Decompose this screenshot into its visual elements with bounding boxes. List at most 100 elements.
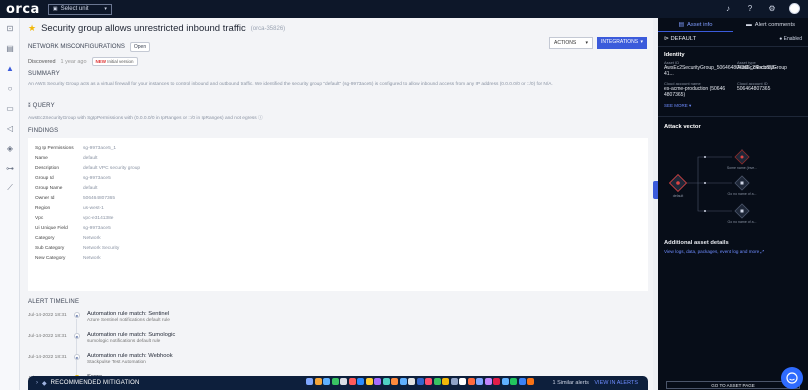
unit-select[interactable]: ▣ Select unit ▾ bbox=[47, 3, 112, 15]
identity-fields: Asset ID AwsEc2SecurityGroup_506464807365… bbox=[658, 60, 808, 98]
findings-value: default bbox=[83, 185, 98, 191]
identity-field-value: AwsEc2SecurityGroup bbox=[737, 65, 787, 71]
dock-app-icon[interactable] bbox=[391, 378, 398, 385]
search-icon[interactable]: ○ bbox=[0, 78, 20, 98]
identity-field-value: AwsEc2SecurityGroup_506464807365_c4bcb62… bbox=[664, 65, 777, 77]
alert-category: NETWORK MISCONFIGURATIONS bbox=[28, 44, 125, 50]
dock-app-icon[interactable] bbox=[416, 378, 424, 385]
unit-icon: ▣ bbox=[52, 6, 58, 12]
dock-app-icon[interactable] bbox=[382, 378, 390, 385]
tab-asset-info[interactable]: ▤ Asset info bbox=[658, 18, 733, 32]
findings-row: Owner Id 506464807365 bbox=[35, 193, 641, 203]
bell-icon[interactable]: ♪ bbox=[723, 4, 733, 13]
left-nav: ⊡ ▤ ▲ ○ ▭ ◁ ◈ ⊶ ⟋ bbox=[0, 18, 20, 390]
attack-vector-graph[interactable]: default Some name (inve... Go no name of… bbox=[658, 143, 808, 233]
status-badge[interactable]: Open bbox=[129, 42, 151, 52]
gear-icon[interactable]: ⚙ bbox=[767, 4, 777, 13]
findings-row: Description default VPC security group bbox=[35, 163, 641, 173]
dock-app-icon[interactable] bbox=[365, 378, 373, 385]
orca-logo[interactable]: orca bbox=[6, 2, 40, 17]
tab-alert-comments[interactable]: ▬ Alert comments bbox=[733, 18, 808, 32]
expand-icon: ⤢ bbox=[760, 249, 765, 254]
graph-icon[interactable]: ⟋ bbox=[0, 178, 20, 198]
findings-row: New Category Network bbox=[35, 253, 641, 263]
chevron-down-icon: ▾ bbox=[104, 6, 107, 12]
integrations-label: INTEGRATIONS bbox=[601, 39, 639, 45]
dock-app-icon[interactable] bbox=[510, 378, 517, 385]
dock-app-icon[interactable] bbox=[484, 378, 492, 385]
dock-app-icon[interactable] bbox=[425, 378, 432, 385]
timeline-heading: ALERT TIMELINE bbox=[28, 299, 80, 305]
av-node-3[interactable] bbox=[734, 203, 750, 219]
dock-app-icon[interactable] bbox=[501, 378, 509, 385]
av-node-2[interactable] bbox=[734, 175, 750, 191]
dock-app-icon[interactable] bbox=[467, 378, 475, 385]
dashboard-icon[interactable]: ⊡ bbox=[0, 18, 20, 38]
identity-field-value: 506464807365 bbox=[737, 86, 771, 92]
top-bar: orca ▣ Select unit ▾ ♪ ? ⚙ bbox=[0, 0, 808, 18]
query-heading-label: QUERY bbox=[32, 103, 55, 109]
inventory-icon[interactable]: ▤ bbox=[0, 38, 20, 58]
compliance-icon[interactable]: ▭ bbox=[0, 98, 20, 118]
chat-launcher-button[interactable] bbox=[781, 367, 803, 389]
star-icon[interactable]: ★ bbox=[28, 23, 36, 34]
chat-icon bbox=[786, 372, 798, 384]
asset-panel: ▤ Asset info ▬ Alert comments ⊳ DEFAULT … bbox=[658, 18, 808, 390]
dock-app-icon[interactable] bbox=[476, 378, 483, 385]
dock-app-icon[interactable] bbox=[408, 378, 415, 385]
findings-row: Group Id sg-9973ace5 bbox=[35, 173, 641, 183]
dock-app-icon[interactable] bbox=[518, 378, 526, 385]
asset-name-label: DEFAULT bbox=[670, 36, 697, 42]
automation-icon: ■ bbox=[74, 354, 80, 360]
attack-vector-heading: Attack vector bbox=[664, 124, 701, 130]
identity-field: Cloud account name es-acme-production (50… bbox=[664, 81, 737, 98]
integrations-icon[interactable]: ◁ bbox=[0, 118, 20, 138]
actions-dropdown[interactable]: ACTIONS ▾ bbox=[549, 37, 593, 49]
alert-id: (orca-35826) bbox=[250, 25, 286, 32]
dock-app-icon[interactable] bbox=[459, 378, 466, 385]
dock-app-icon[interactable] bbox=[314, 378, 322, 385]
av-label-source: default bbox=[673, 194, 684, 198]
summary-text: An AWS Security Group acts as a virtual … bbox=[28, 82, 553, 87]
findings-key: Sg Ip Permissions bbox=[35, 145, 74, 151]
asset-icon: ▤ bbox=[678, 21, 684, 28]
dock-app-icon[interactable] bbox=[340, 378, 347, 385]
findings-key: Region bbox=[35, 205, 51, 211]
integrations-dropdown[interactable]: INTEGRATIONS ▾ bbox=[597, 37, 647, 49]
dock-app-icon[interactable] bbox=[493, 378, 500, 385]
dock-app-icon[interactable] bbox=[306, 378, 313, 385]
dock-app-icon[interactable] bbox=[399, 378, 407, 385]
view-in-alerts-link[interactable]: VIEW IN ALERTS bbox=[594, 380, 638, 386]
findings-value: default VPC security group bbox=[83, 165, 141, 171]
see-more-link[interactable]: SEE MORE ▾ bbox=[658, 98, 808, 114]
dock-app-icon[interactable] bbox=[442, 378, 449, 385]
av-label-2: Go no name of a... bbox=[728, 192, 757, 196]
dock-app-icon[interactable] bbox=[450, 378, 458, 385]
tab-alert-comments-label: Alert comments bbox=[754, 22, 796, 28]
recommended-mitigation-bar[interactable]: › ◆ RECOMMENDED MITIGATION 1 Similar ale… bbox=[28, 376, 648, 390]
alert-title: Security group allows unrestricted inbou… bbox=[41, 23, 246, 34]
findings-key: Ui Unique Field bbox=[35, 225, 68, 231]
dock-app-icon[interactable] bbox=[323, 378, 330, 385]
additional-details-link[interactable]: View logs, data, packages, event log and… bbox=[664, 249, 764, 254]
dock-app-icon[interactable] bbox=[357, 378, 364, 385]
dock-app-icon[interactable] bbox=[348, 378, 356, 385]
dock-app-icon[interactable] bbox=[331, 378, 339, 385]
shift-left-icon[interactable]: ⊶ bbox=[0, 158, 20, 178]
user-avatar[interactable] bbox=[789, 3, 800, 14]
av-node-1[interactable] bbox=[734, 149, 750, 165]
enabled-label: Enabled bbox=[783, 36, 802, 42]
findings-value: Network Security bbox=[83, 245, 120, 251]
identity-field-value: es-acme-production (50646 4807365) bbox=[664, 86, 726, 98]
unit-select-label: Select unit bbox=[60, 6, 89, 12]
go-to-asset-page-button[interactable]: GO TO ASSET PAGE bbox=[666, 381, 800, 389]
os-dock bbox=[306, 378, 534, 385]
dock-app-icon[interactable] bbox=[527, 378, 534, 385]
dock-app-icon[interactable] bbox=[433, 378, 441, 385]
policies-icon[interactable]: ◈ bbox=[0, 138, 20, 158]
alerts-icon[interactable]: ▲ bbox=[0, 58, 20, 78]
dock-app-icon[interactable] bbox=[374, 378, 381, 385]
av-node-source[interactable] bbox=[668, 173, 688, 193]
timeline-item: Jul-14-2022 18:31 ■ Automation rule match:… bbox=[28, 311, 328, 332]
help-icon[interactable]: ? bbox=[745, 4, 755, 13]
